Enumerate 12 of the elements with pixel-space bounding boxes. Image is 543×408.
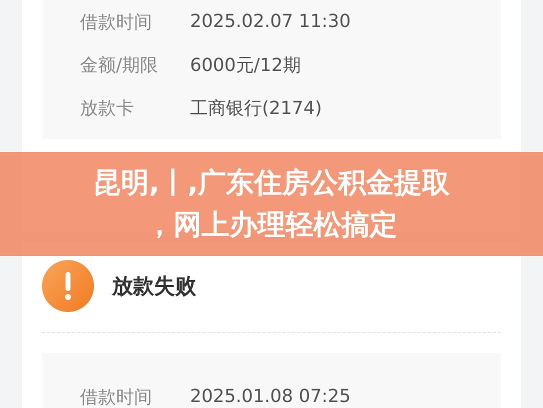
banner-title: 昆明,丨,广东住房公积金提取 [92, 165, 450, 201]
field-label: 金额/期限 [80, 54, 160, 76]
status-title: 放款失败 [112, 273, 196, 300]
banner-title: ，网上办理轻松搞定 [146, 207, 398, 243]
field-label: 放款卡 [80, 96, 135, 120]
field-value: 2025.02.07 11:30 [190, 11, 351, 32]
field-label: 借款时间 [80, 386, 153, 408]
field-value: 工商银行(2174) [190, 96, 322, 120]
field-value: 6000元/12期 [190, 54, 301, 76]
field-label: 借款时间 [80, 10, 153, 34]
field-value: 2025.01.08 07:25 [190, 386, 351, 407]
warning-icon [42, 260, 94, 312]
